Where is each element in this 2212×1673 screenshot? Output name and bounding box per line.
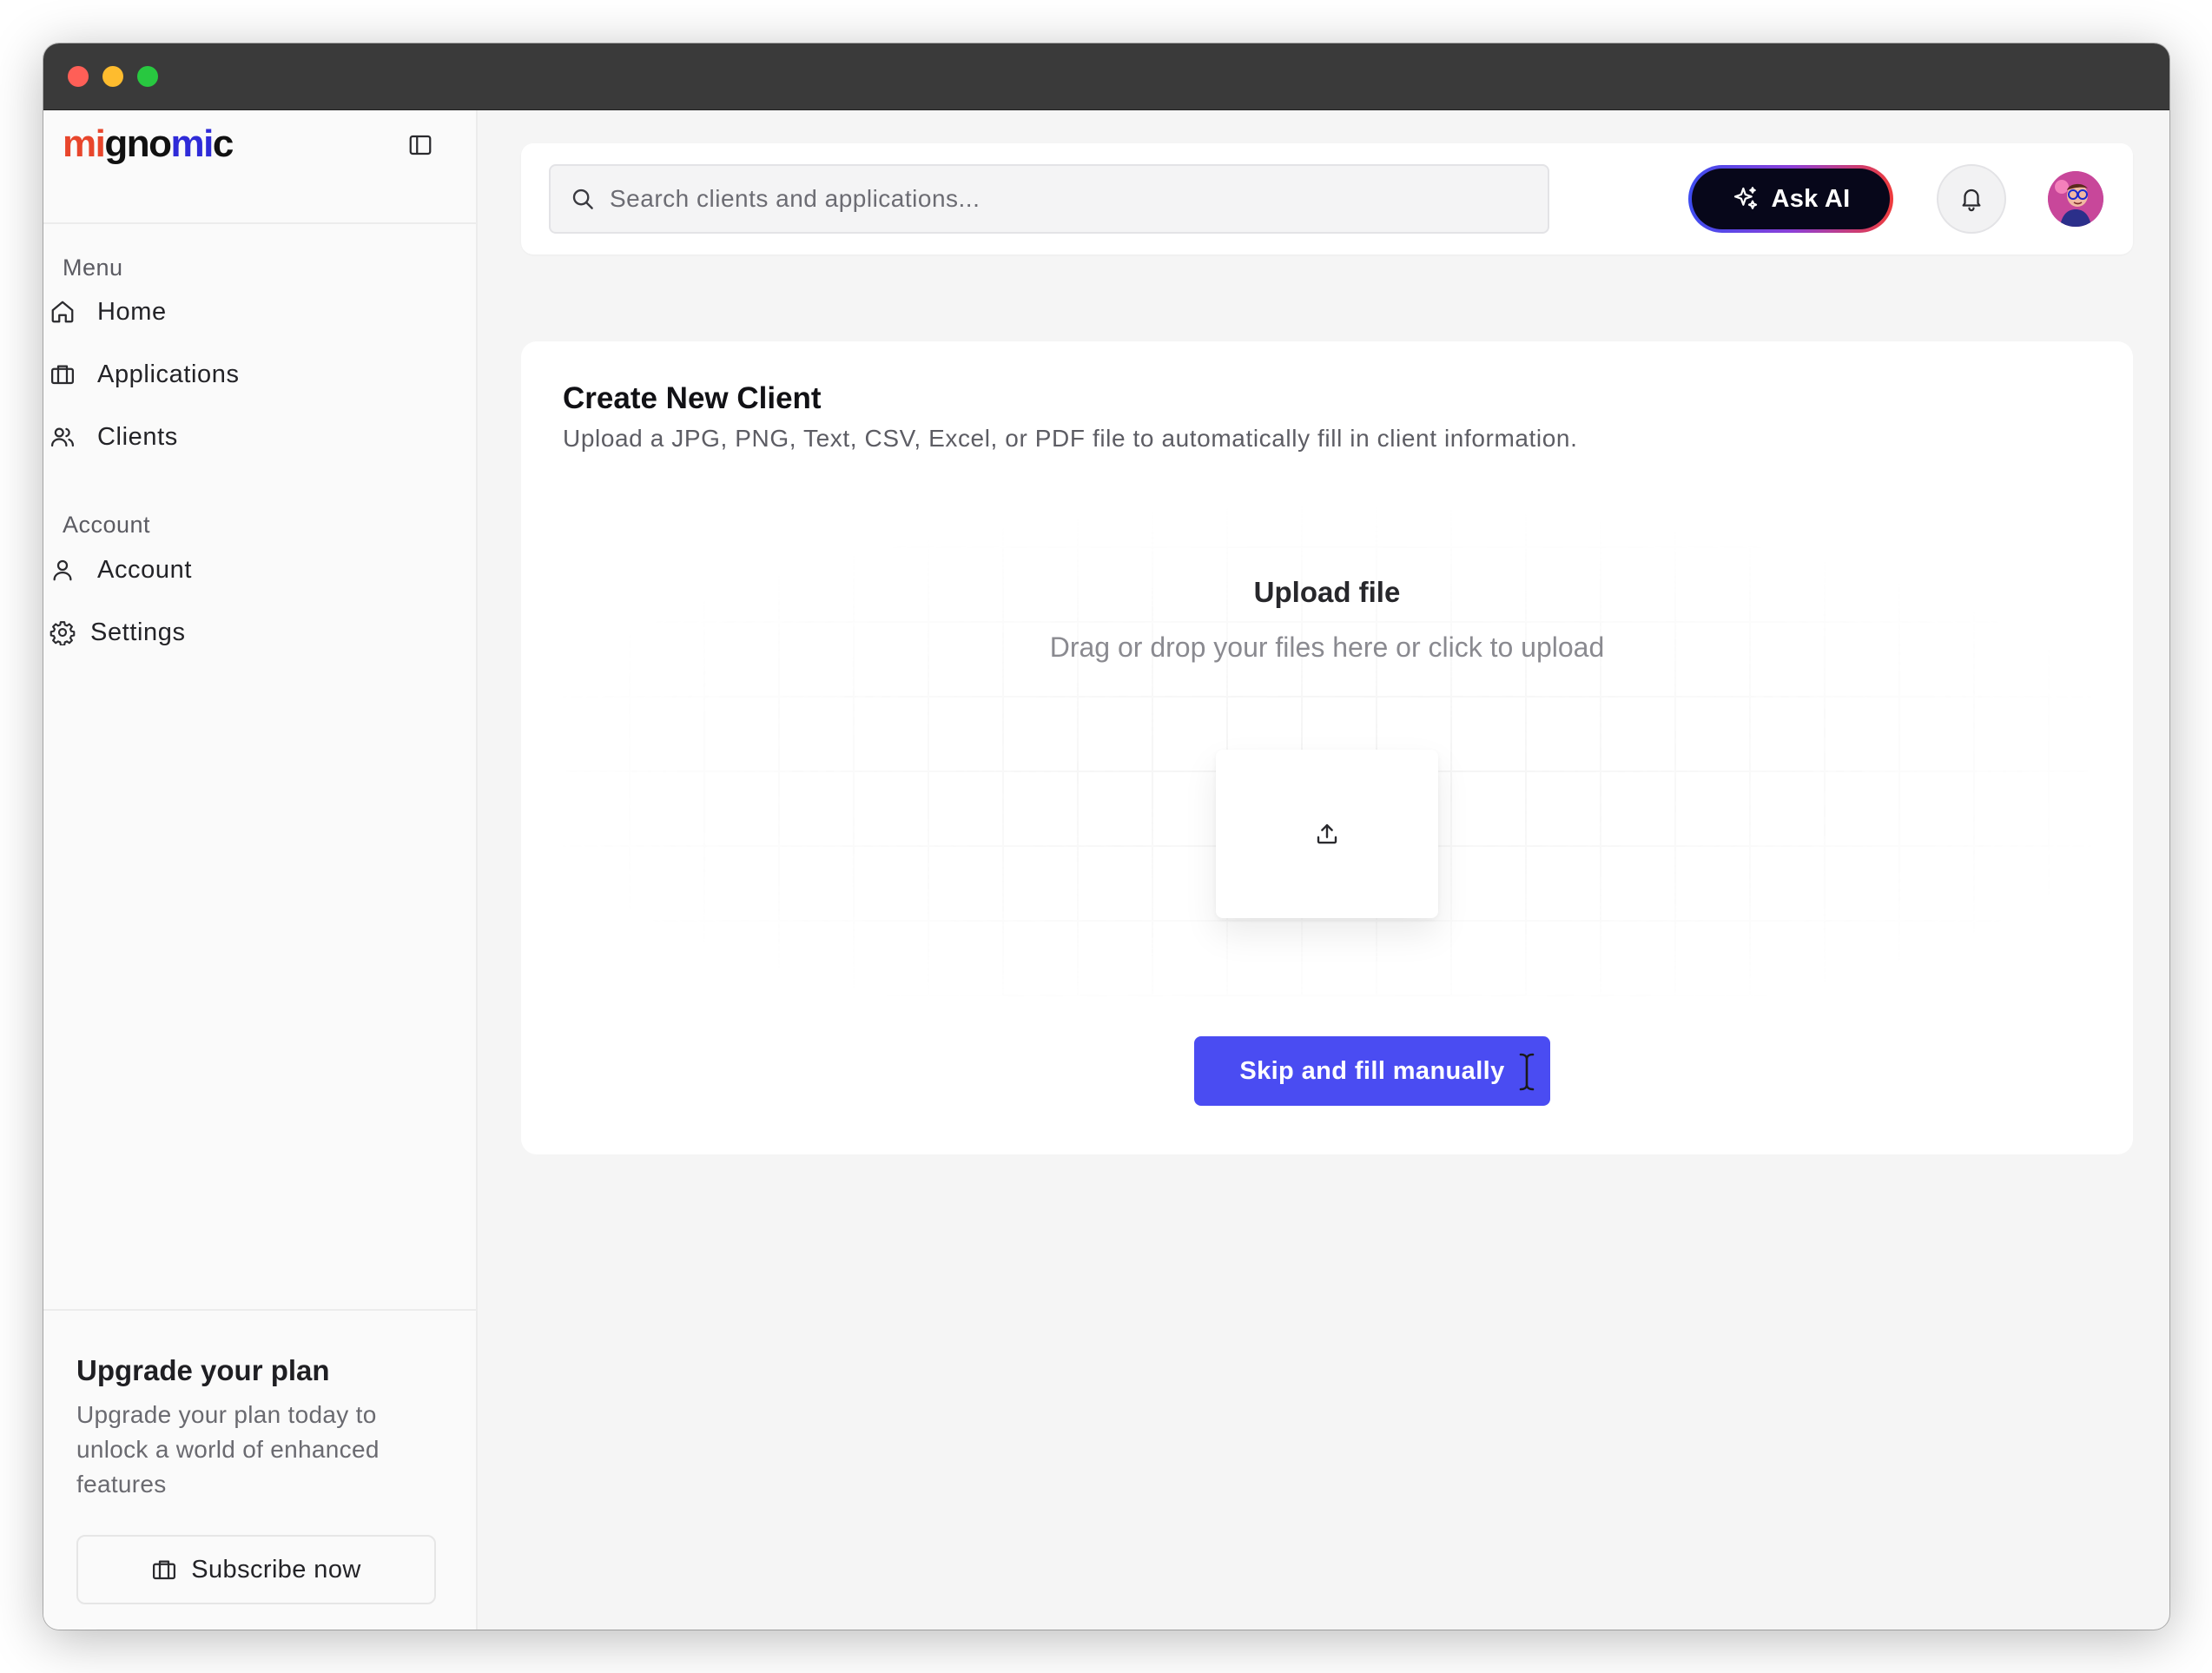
maximize-window-button[interactable]	[137, 66, 158, 87]
text-cursor-icon	[1519, 1053, 1535, 1091]
sidebar-header: mignomic	[43, 110, 476, 224]
upload-file-button[interactable]	[1216, 750, 1438, 918]
home-icon	[47, 296, 78, 327]
user-avatar[interactable]	[2048, 171, 2103, 227]
subscribe-now-button[interactable]: Subscribe now	[76, 1535, 436, 1604]
sidebar-toggle-icon	[409, 135, 432, 155]
sidebar-item-label: Clients	[97, 422, 178, 451]
sidebar-item-clients[interactable]: Clients	[47, 411, 464, 463]
upgrade-title: Upgrade your plan	[76, 1354, 330, 1386]
main-content: Ask AI Create New Client	[479, 110, 2169, 1630]
sparkles-icon	[1732, 185, 1760, 213]
upgrade-description: Upgrade your plan today to unlock a worl…	[76, 1401, 380, 1498]
app-window: mignomic Menu Home Applications Clients	[43, 43, 2169, 1630]
subscribe-button-label: Subscribe now	[191, 1555, 361, 1584]
briefcase-icon	[151, 1557, 177, 1583]
users-icon	[47, 421, 78, 453]
avatar-image	[2048, 171, 2103, 227]
search-input[interactable]	[610, 185, 1478, 213]
search-box[interactable]	[549, 164, 1549, 234]
sidebar-toggle-button[interactable]	[401, 126, 439, 164]
create-client-card: Create New Client Upload a JPG, PNG, Tex…	[521, 341, 2133, 1154]
window-titlebar	[43, 43, 2169, 110]
grid-background	[563, 498, 2091, 996]
upload-icon	[1317, 823, 1337, 844]
upload-instructions: Drag or drop your files here or click to…	[1049, 632, 1605, 663]
account-section-label: Account	[63, 512, 151, 538]
notifications-button[interactable]	[1937, 164, 2006, 234]
ask-ai-button[interactable]: Ask AI	[1688, 165, 1893, 233]
sidebar-item-label: Account	[97, 555, 192, 584]
briefcase-icon	[47, 359, 78, 390]
menu-section-label: Menu	[63, 255, 123, 281]
skip-button-label: Skip and fill manually	[1239, 1056, 1505, 1085]
upload-title: Upload file	[1253, 576, 1401, 608]
app-logo[interactable]: mignomic	[63, 122, 234, 166]
minimize-window-button[interactable]	[102, 66, 123, 87]
sidebar-item-label: Applications	[97, 360, 240, 388]
page-title: Create New Client	[563, 381, 822, 415]
search-icon	[570, 186, 596, 212]
gear-icon	[47, 617, 78, 648]
sidebar-item-label: Home	[97, 297, 167, 326]
user-icon	[47, 554, 78, 585]
sidebar-item-label: Settings	[90, 618, 186, 646]
close-window-button[interactable]	[68, 66, 89, 87]
page-subtitle: Upload a JPG, PNG, Text, CSV, Excel, or …	[563, 425, 1578, 452]
bell-icon	[1962, 188, 1981, 212]
sidebar: mignomic Menu Home Applications Clients	[43, 110, 478, 1630]
sidebar-item-settings[interactable]: Settings	[47, 606, 464, 658]
skip-fill-manually-button[interactable]: Skip and fill manually	[1194, 1036, 1550, 1106]
file-drop-zone[interactable]: Upload file Drag or drop your files here…	[563, 498, 2091, 996]
ask-ai-label: Ask AI	[1771, 184, 1851, 213]
sidebar-item-account[interactable]: Account	[47, 544, 464, 596]
sidebar-item-applications[interactable]: Applications	[47, 348, 464, 400]
top-bar: Ask AI	[521, 143, 2133, 255]
sidebar-item-home[interactable]: Home	[47, 286, 464, 338]
upgrade-plan-panel: Upgrade your plan Upgrade your plan toda…	[43, 1309, 476, 1630]
